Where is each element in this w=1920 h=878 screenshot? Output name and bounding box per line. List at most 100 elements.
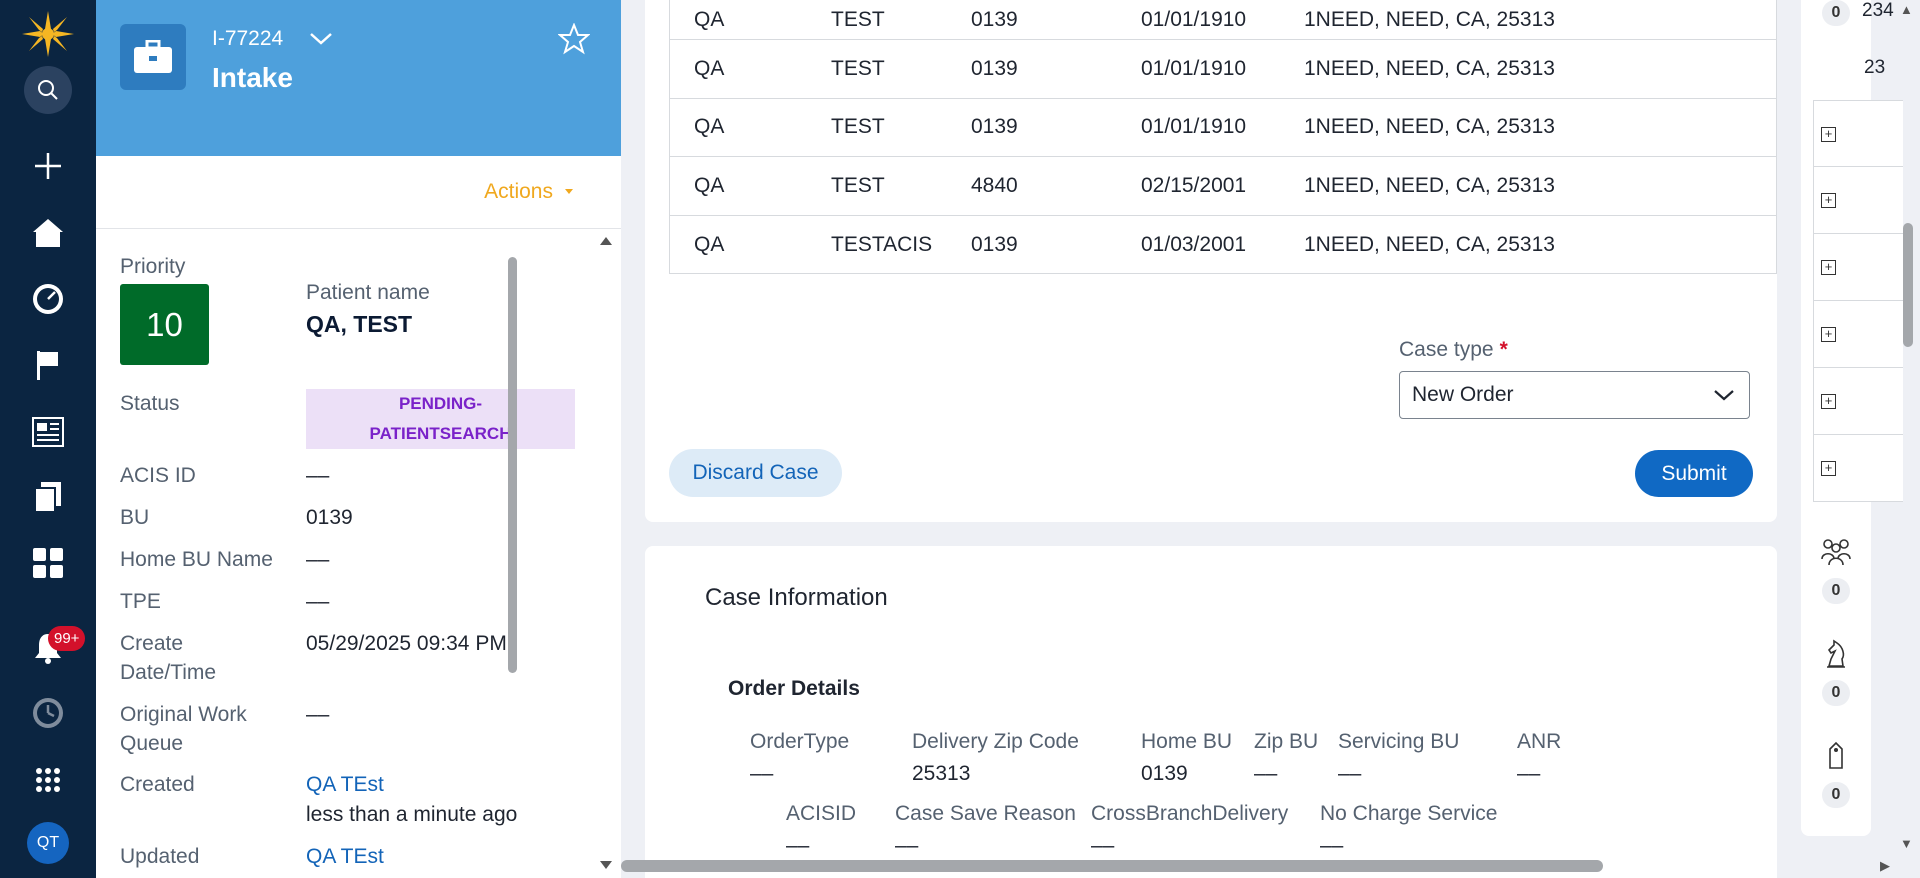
dob-cell: 02/15/2001 [1141, 173, 1247, 197]
chess-knight-button[interactable] [1817, 635, 1855, 673]
status-label: Status [120, 392, 180, 415]
rail-search[interactable] [0, 60, 96, 120]
grid-icon [33, 548, 63, 578]
create-datetime-label-line1: Create [120, 632, 184, 655]
status-line-2: PATIENTSEARCH [369, 424, 512, 443]
rail-dashboard-button[interactable] [0, 269, 96, 329]
search-button[interactable] [24, 66, 72, 114]
actions-label: Actions [484, 180, 553, 203]
case-information-title: Case Information [705, 584, 888, 611]
plus-square-icon: + [1821, 260, 1836, 275]
address-cell: 1NEED, NEED, CA, 25313 [1304, 7, 1555, 31]
documents-icon [34, 482, 61, 513]
first-name-cell: QA [694, 173, 725, 197]
home-bu-value: 0139 [1141, 762, 1188, 785]
table-row[interactable]: QA TESTACIS 0139 01/03/2001 1NEED, NEED, CA,… [670, 214, 1776, 274]
case-type-value: New Order [1412, 383, 1514, 406]
right-scroll-thumb[interactable] [1903, 223, 1913, 347]
tags-button[interactable] [1817, 737, 1855, 775]
patient-results-table: QA TEST 0139 01/01/1910 1NEED, NEED, CA, 253… [669, 0, 1777, 275]
cross-branch-delivery-value: –– [1091, 834, 1115, 857]
tpe-label: TPE [120, 590, 161, 613]
address-cell: 1NEED, NEED, CA, 25313 [1304, 232, 1555, 256]
expand-row-1-button[interactable]: + [1813, 100, 1903, 167]
scroll-up-arrow-icon[interactable]: ▲ [1900, 2, 1913, 17]
status-badge: PENDING- PATIENTSEARCH [306, 389, 575, 449]
case-type-label: Case type * [1399, 338, 1508, 362]
rail-apps-button[interactable] [0, 533, 96, 593]
plus-icon [35, 153, 61, 179]
rail-more-button[interactable] [0, 750, 96, 810]
follow-case-button[interactable] [557, 22, 591, 60]
expand-row-4-button[interactable]: + [1813, 301, 1903, 368]
created-by-link[interactable]: QA TEst [306, 773, 384, 797]
scroll-down-arrow-icon[interactable] [598, 858, 614, 872]
original-work-queue-label-line2: Queue [120, 732, 184, 755]
create-datetime-label-line2: Date/Time [120, 661, 217, 684]
rail-profile[interactable]: QT [0, 813, 96, 873]
acis-id-label: ACIS ID [120, 464, 196, 487]
case-panel-scrollbar[interactable] [598, 230, 614, 878]
expand-row-5-button[interactable]: + [1813, 368, 1903, 435]
case-id: I-77224 [212, 27, 284, 50]
anr-label: ANR [1517, 730, 1562, 753]
scroll-right-arrow-icon[interactable]: ▶ [1880, 858, 1890, 874]
cross-branch-delivery-label: CrossBranchDelivery [1091, 802, 1289, 825]
notification-count-badge: 99+ [48, 626, 86, 651]
updated-by-link[interactable]: QA TEst [306, 845, 384, 869]
briefcase-icon [134, 40, 172, 73]
expand-row-3-button[interactable]: + [1813, 234, 1903, 301]
table-row[interactable]: QA TEST 0139 01/01/1910 1NEED, NEED, CA, 253… [670, 39, 1776, 98]
gauge-icon [33, 284, 63, 314]
rail-documents-button[interactable] [0, 467, 96, 527]
first-name-cell: QA [694, 115, 725, 139]
people-group-icon [1821, 539, 1851, 566]
required-mark: * [1499, 338, 1508, 361]
horizontal-scroll-thumb[interactable] [621, 860, 1603, 872]
scroll-down-arrow-icon[interactable]: ▼ [1900, 836, 1913, 851]
table-row[interactable]: QA TEST 0139 01/01/1910 1NEED, NEED, CA, 253… [670, 97, 1776, 157]
first-name-cell: QA [694, 7, 725, 31]
plus-square-icon: + [1821, 461, 1836, 476]
rail-home-button[interactable] [0, 203, 96, 263]
dob-cell: 01/01/1910 [1141, 7, 1247, 31]
search-icon [38, 80, 58, 100]
address-cell: 1NEED, NEED, CA, 25313 [1304, 56, 1555, 80]
scroll-up-arrow-icon[interactable] [598, 234, 614, 248]
priority-badge: 10 [120, 284, 209, 365]
bu-cell: 0139 [971, 56, 1018, 80]
expand-row-6-button[interactable]: + [1813, 435, 1903, 502]
rail-create-button[interactable] [0, 136, 96, 196]
acis-id-value: –– [306, 464, 330, 487]
rail-flag-button[interactable] [0, 335, 96, 395]
app-logo[interactable] [0, 4, 96, 64]
last-name-cell: TEST [831, 173, 885, 197]
home-icon [33, 219, 63, 247]
divider [96, 228, 621, 229]
last-name-cell: TEST [831, 56, 885, 80]
first-name-cell: QA [694, 56, 725, 80]
expand-row-2-button[interactable]: + [1813, 167, 1903, 234]
case-save-reason-label: Case Save Reason [895, 802, 1076, 825]
bu-cell: 0139 [971, 7, 1018, 31]
last-name-cell: TEST [831, 115, 885, 139]
case-summary-panel: I-77224 Intake Actions Priority 10 Patie… [96, 0, 621, 878]
clipped-value-1: 234 [1862, 0, 1894, 21]
rail-reports-button[interactable] [0, 402, 96, 462]
discard-case-button[interactable]: Discard Case [669, 449, 842, 497]
table-row[interactable]: QA TEST 0139 01/01/1910 1NEED, NEED, CA, 253… [670, 0, 1776, 39]
case-switcher-button[interactable] [308, 28, 334, 53]
submit-button[interactable]: Submit [1635, 450, 1753, 497]
table-row[interactable]: QA TEST 4840 02/15/2001 1NEED, NEED, CA, 253… [670, 156, 1776, 215]
status-line-1: PENDING- [398, 394, 483, 413]
actions-menu-button[interactable]: Actions [484, 180, 575, 204]
original-work-queue-value: –– [306, 703, 330, 726]
rail-history-button[interactable] [0, 683, 96, 743]
avatar[interactable]: QT [27, 822, 69, 864]
case-type-select[interactable]: New Order [1399, 371, 1750, 419]
case-panel-scroll-thumb[interactable] [508, 257, 517, 673]
followers-button[interactable] [1817, 533, 1855, 571]
rail-notifications-button[interactable]: 99+ [0, 618, 96, 678]
bu-label: BU [120, 506, 150, 529]
last-name-cell: TESTACIS [831, 232, 933, 256]
